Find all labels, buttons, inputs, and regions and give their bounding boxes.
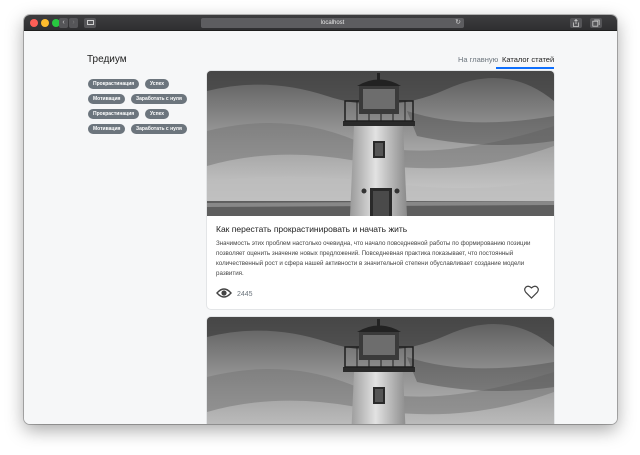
browser-window: ‹ › localhost ↻ Тредиум На главную Катал… xyxy=(24,15,617,424)
back-button[interactable]: ‹ xyxy=(59,18,68,28)
share-icon xyxy=(573,18,579,27)
tabs-overview-button[interactable] xyxy=(590,18,602,28)
heart-icon[interactable] xyxy=(524,285,539,299)
tag-earn-from-scratch[interactable]: Заработать с нуля xyxy=(131,124,187,134)
article-title[interactable]: Как перестать прокрастинировать и начать… xyxy=(216,224,407,234)
sidebar-icon xyxy=(86,20,94,25)
tag-motivation[interactable]: Мотивация xyxy=(88,124,126,134)
tag-procrastination[interactable]: Прокрастинация xyxy=(88,79,140,89)
tag-success[interactable]: Успех xyxy=(145,79,170,89)
article-card[interactable] xyxy=(207,317,554,424)
nav-link-home[interactable]: На главную xyxy=(458,55,498,64)
tag-motivation[interactable]: Мотивация xyxy=(88,94,126,104)
browser-titlebar: ‹ › localhost ↻ xyxy=(24,15,617,31)
address-bar[interactable]: localhost ↻ xyxy=(201,18,464,28)
eye-icon xyxy=(216,288,232,298)
active-nav-indicator xyxy=(496,67,554,69)
address-text: localhost xyxy=(320,20,345,26)
sidebar-toggle-button[interactable] xyxy=(84,18,96,28)
article-excerpt: Значимость этих проблем настолько очевид… xyxy=(216,240,531,277)
share-button[interactable] xyxy=(570,18,582,28)
forward-button[interactable]: › xyxy=(69,18,78,28)
lighthouse-photo xyxy=(207,317,554,424)
tag-procrastination[interactable]: Прокрастинация xyxy=(88,109,140,119)
close-window-button[interactable] xyxy=(30,19,38,27)
minimize-window-button[interactable] xyxy=(41,19,49,27)
chevron-left-icon: ‹ xyxy=(62,19,65,26)
tabs-icon xyxy=(592,19,600,27)
brand-logo[interactable]: Тредиум xyxy=(87,54,127,65)
nav-link-catalog[interactable]: Каталог статей xyxy=(502,55,554,64)
chevron-right-icon: › xyxy=(72,19,75,26)
page-content: Тредиум На главную Каталог статей Прокра… xyxy=(24,31,617,424)
reload-icon[interactable]: ↻ xyxy=(455,18,461,28)
tag-success[interactable]: Успех xyxy=(145,109,170,119)
lighthouse-photo xyxy=(207,71,554,216)
article-views-count: 2445 xyxy=(237,291,253,298)
tag-earn-from-scratch[interactable]: Заработать с нуля xyxy=(131,94,187,104)
article-card[interactable]: Как перестать прокрастинировать и начать… xyxy=(207,71,554,309)
